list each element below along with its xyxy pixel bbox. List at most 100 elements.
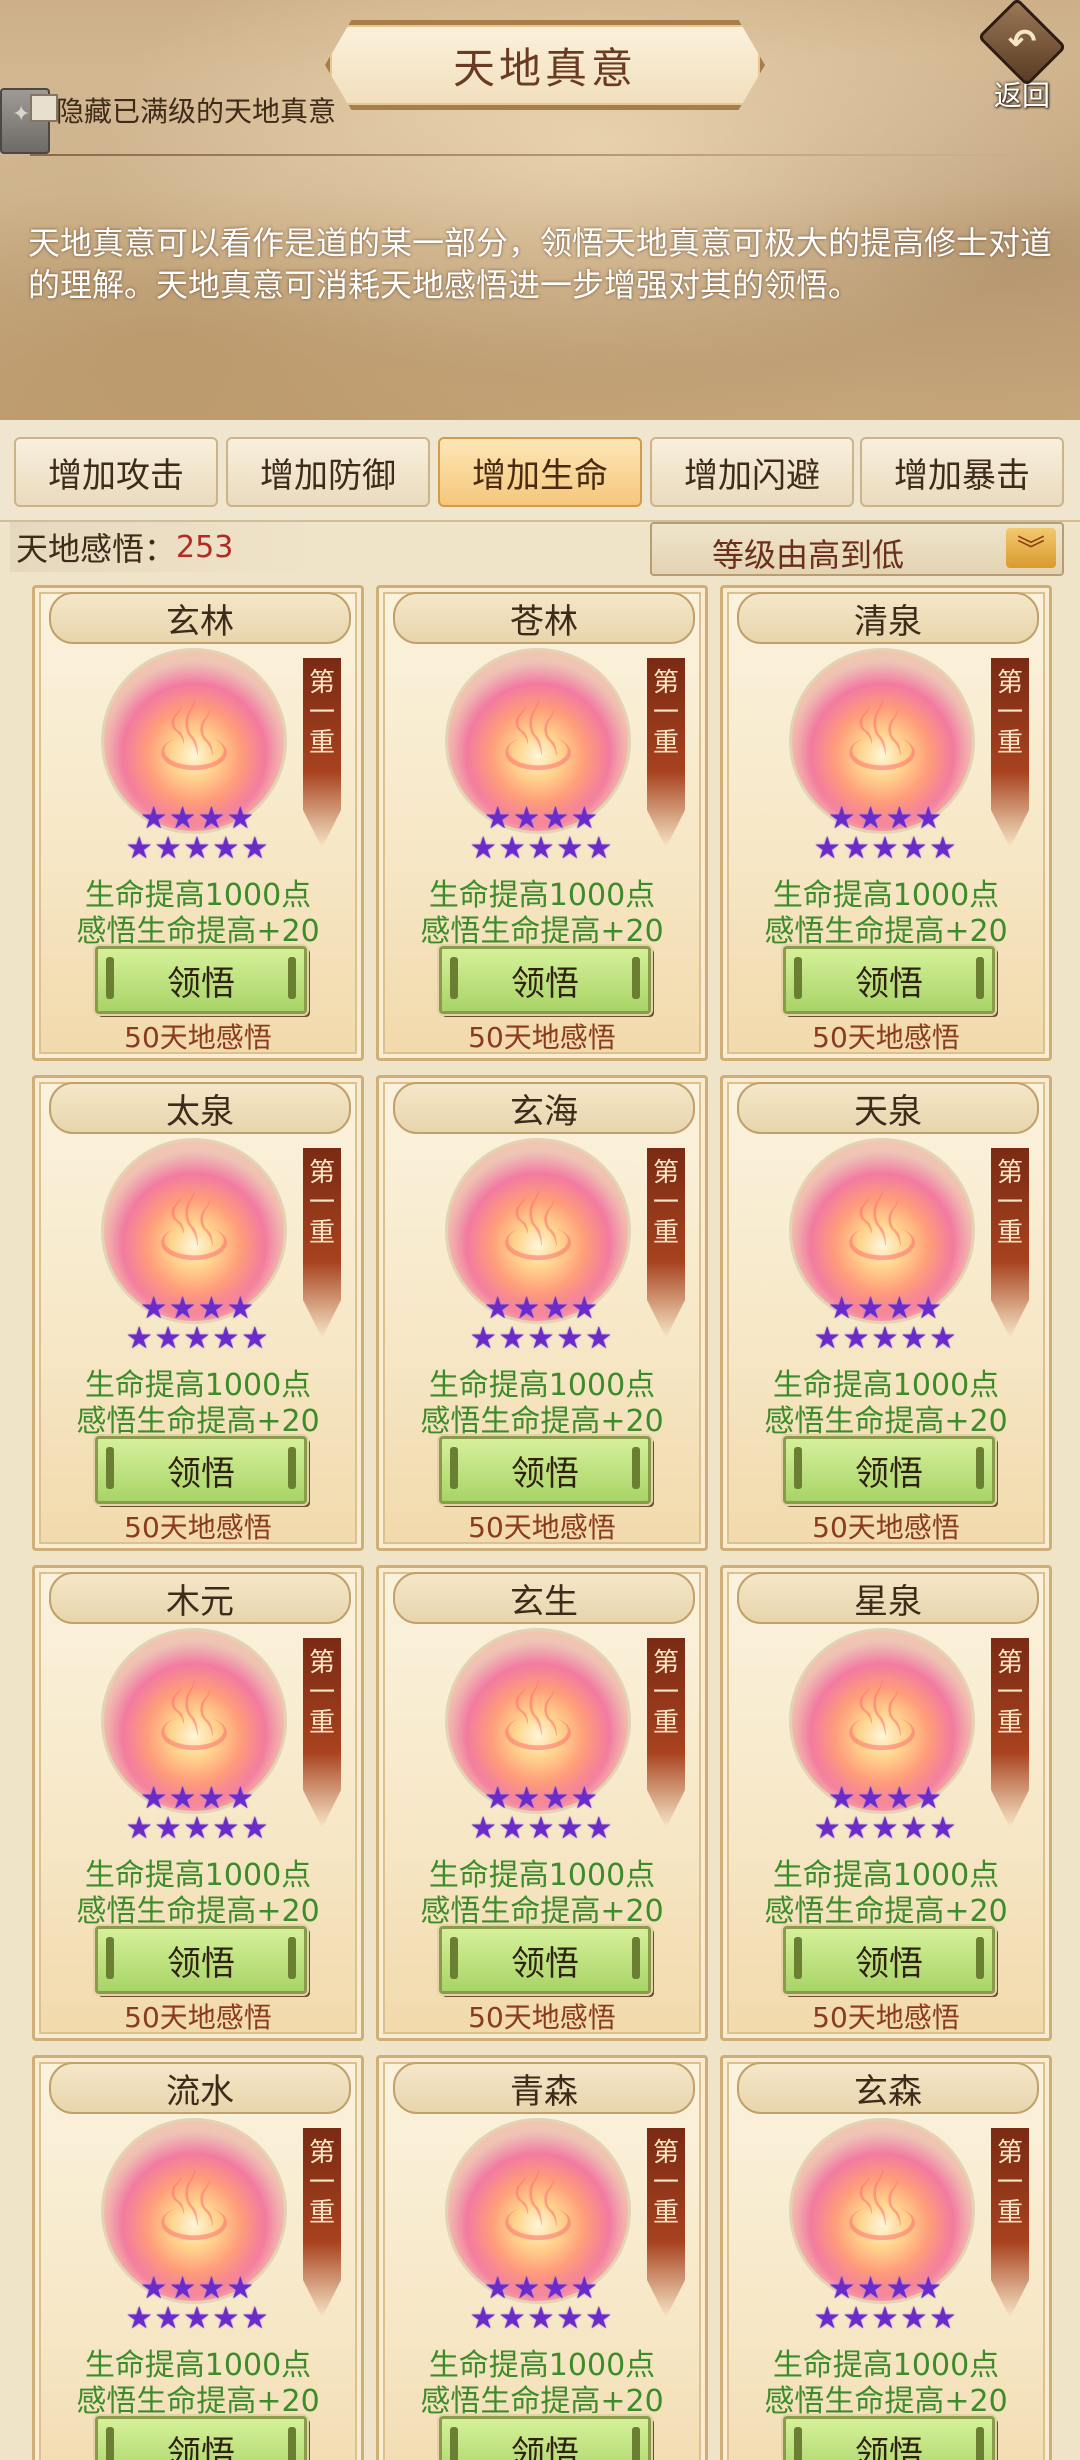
card: 玄生 ♨ 第 一 重 ★★★★ ★★★★★ 生命提高1000点 感悟生命提高+2… [376, 1565, 708, 2041]
comprehend-label: 领悟 [167, 963, 235, 1004]
card: 流水 ♨ 第 一 重 ★★★★ ★★★★★ 生命提高1000点 感悟生命提高+2… [32, 2055, 364, 2460]
card-name: 木元 [166, 1581, 234, 1622]
tab-critical[interactable]: 增加暴击 [860, 437, 1064, 507]
comprehend-button[interactable]: 领悟 [95, 1436, 307, 1504]
card-name: 苍林 [510, 601, 578, 642]
tier-char: 一 [308, 1678, 335, 1708]
card-name-plate: 苍林 [393, 592, 695, 644]
tier-char: 一 [996, 1188, 1023, 1218]
hide-maxed-label[interactable]: 隐藏已满级的天地真意 [56, 90, 336, 130]
effect-comprehend-health: 感悟生命提高+20 [764, 2384, 1008, 2419]
tier-char: 一 [996, 2168, 1023, 2198]
tier-char: 第 [652, 1648, 679, 1678]
star-icon-row: ★★★★ [828, 2271, 944, 2306]
card: 太泉 ♨ 第 一 重 ★★★★ ★★★★★ 生命提高1000点 感悟生命提高+2… [32, 1075, 364, 1551]
star-icon-row: ★★★★★ [469, 2301, 615, 2336]
comprehend-label: 领悟 [511, 1943, 579, 1984]
tier-char: 重 [996, 1218, 1023, 1248]
points-label: 天地感悟： [16, 530, 177, 568]
tier-char: 第 [652, 668, 679, 698]
tier-char: 重 [996, 1708, 1023, 1738]
card-name-plate: 太泉 [49, 1082, 351, 1134]
cost-text: 50天地感悟 [812, 2001, 960, 2034]
effect-comprehend-health: 感悟生命提高+20 [764, 1894, 1008, 1929]
card-name: 玄海 [510, 1091, 578, 1132]
sort-dropdown[interactable]: 等级由高到低 ︾ [650, 522, 1064, 576]
hide-maxed-row: 隐藏已满级的天地真意 [0, 88, 1080, 156]
tab-health[interactable]: 增加生命 [438, 437, 642, 507]
effect-comprehend-health: 感悟生命提高+20 [420, 2384, 664, 2419]
card-name-plate: 木元 [49, 1572, 351, 1624]
sort-selected-label: 等级由高到低 [712, 536, 905, 574]
tier-char: 第 [996, 2138, 1023, 2168]
star-icon-row: ★★★★ [484, 2271, 600, 2306]
star-icon-row: ★★★★ [484, 1781, 600, 1816]
chevron-down-icon[interactable]: ︾ [1006, 528, 1056, 568]
tier-char: 重 [652, 1218, 679, 1248]
comprehend-button[interactable]: 领悟 [95, 946, 307, 1014]
tier-char: 第 [996, 1648, 1023, 1678]
tier-char: 一 [996, 698, 1023, 728]
back-arrow-icon: ↶ [977, 0, 1067, 87]
tab-defense[interactable]: 增加防御 [226, 437, 430, 507]
comprehend-label: 领悟 [167, 1943, 235, 1984]
card-name-plate: 流水 [49, 2062, 351, 2114]
star-icon-row: ★★★★ [140, 1781, 256, 1816]
page-title: 天地真意 [452, 43, 637, 93]
star-icon-row: ★★★★ [140, 801, 256, 836]
card: 天泉 ♨ 第 一 重 ★★★★ ★★★★★ 生命提高1000点 感悟生命提高+2… [720, 1075, 1052, 1551]
comprehend-button[interactable]: 领悟 [95, 1926, 307, 1994]
tier-char: 一 [652, 1188, 679, 1218]
tier-char: 一 [308, 2168, 335, 2198]
comprehend-label: 领悟 [511, 1453, 579, 1494]
star-icon-row: ★★★★★ [125, 1321, 271, 1356]
comprehend-button[interactable]: 领悟 [95, 2416, 307, 2460]
points-value: 253 [176, 529, 234, 565]
comprehend-button[interactable]: 领悟 [439, 1436, 651, 1504]
tier-char: 重 [652, 2198, 679, 2228]
tab-attack[interactable]: 增加攻击 [14, 437, 218, 507]
cost-text: 50天地感悟 [468, 1511, 616, 1544]
comprehend-button[interactable]: 领悟 [783, 1436, 995, 1504]
card: 玄海 ♨ 第 一 重 ★★★★ ★★★★★ 生命提高1000点 感悟生命提高+2… [376, 1075, 708, 1551]
star-icon-row: ★★★★ [484, 1291, 600, 1326]
hide-maxed-checkbox[interactable] [30, 94, 58, 122]
tier-char: 一 [652, 698, 679, 728]
tier-char: 重 [996, 728, 1023, 758]
comprehend-button[interactable]: 领悟 [439, 2416, 651, 2460]
tier-char: 第 [308, 2138, 335, 2168]
star-icon-row: ★★★★★ [813, 1321, 959, 1356]
card-name-plate: 青森 [393, 2062, 695, 2114]
comprehend-button[interactable]: 领悟 [439, 1926, 651, 1994]
points-sort-row: 天地感悟： 253 等级由高到低 ︾ [0, 522, 1080, 578]
star-icon-row: ★★★★★ [125, 1811, 271, 1846]
tier-char: 重 [652, 1708, 679, 1738]
card: 玄林 ♨ 第 一 重 ★★★★ ★★★★★ 生命提高1000点 感悟生命提高+2… [32, 585, 364, 1061]
card-name: 青森 [510, 2071, 578, 2112]
comprehend-button[interactable]: 领悟 [439, 946, 651, 1014]
star-icon-row: ★★★★★ [469, 1811, 615, 1846]
effect-comprehend-health: 感悟生命提高+20 [420, 1404, 664, 1439]
comprehend-button[interactable]: 领悟 [783, 946, 995, 1014]
card: 星泉 ♨ 第 一 重 ★★★★ ★★★★★ 生命提高1000点 感悟生命提高+2… [720, 1565, 1052, 2041]
cost-text: 50天地感悟 [124, 1021, 272, 1054]
card-name-plate: 玄生 [393, 1572, 695, 1624]
effect-comprehend-health: 感悟生命提高+20 [764, 914, 1008, 949]
cost-text: 50天地感悟 [124, 2001, 272, 2034]
effect-comprehend-health: 感悟生命提高+20 [764, 1404, 1008, 1439]
description-text: 天地真意可以看作是道的某一部分，领悟天地真意可极大的提高修士对道的理解。天地真意… [28, 224, 1053, 304]
comprehend-button[interactable]: 领悟 [783, 2416, 995, 2460]
tier-char: 重 [652, 728, 679, 758]
cost-text: 50天地感悟 [812, 1021, 960, 1054]
card-name: 玄生 [510, 1581, 578, 1622]
card-name: 天泉 [854, 1091, 922, 1132]
tab-dodge[interactable]: 增加闪避 [650, 437, 854, 507]
star-icon-row: ★★★★★ [125, 831, 271, 866]
card-name-plate: 星泉 [737, 1572, 1039, 1624]
comprehend-button[interactable]: 领悟 [783, 1926, 995, 1994]
tier-char: 第 [308, 1648, 335, 1678]
card-name: 流水 [166, 2071, 234, 2112]
tier-char: 第 [308, 1158, 335, 1188]
tier-char: 重 [308, 2198, 335, 2228]
header-banner: 天地真意 ↶ 返回 隐藏已满级的天地真意 天地真意可以看作是道的某一部分，领悟天… [0, 0, 1080, 422]
